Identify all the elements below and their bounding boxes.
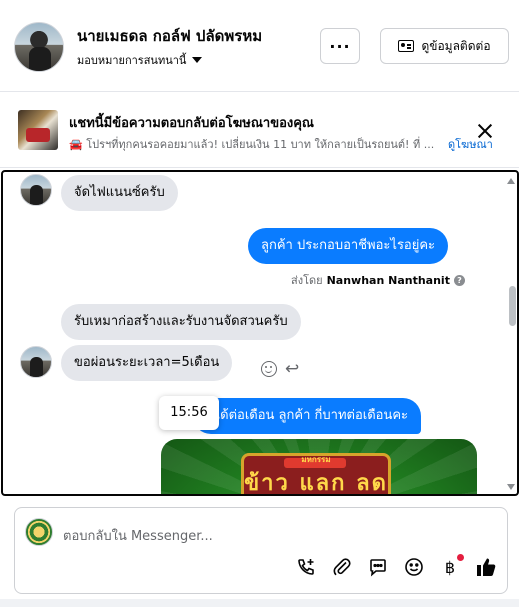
reply-input[interactable]: ตอบกลับใน Messenger... <box>63 525 213 546</box>
contact-avatar[interactable] <box>14 22 64 72</box>
scroll-down-arrow-icon[interactable] <box>507 484 515 490</box>
conversation-header: นายเมธดล กอล์ฟ ปลัดพรหม มอบหมายการสนทนาน… <box>0 0 519 92</box>
more-options-button[interactable]: ··· <box>320 28 360 64</box>
sent-by-label: ส่งโดย Nanwhan Nanthanit ? <box>291 271 465 289</box>
image-top-text: มหกรรม <box>301 455 331 464</box>
sent-by-prefix: ส่งโดย <box>291 274 323 287</box>
message-bubble-incoming[interactable]: ขอผ่อนระยะเวลา=5เดือน <box>61 345 233 381</box>
help-icon[interactable]: ? <box>453 274 465 286</box>
id-card-icon <box>398 40 415 52</box>
message-bubble-incoming[interactable]: รับเหมาก่อสร้างและรับงานจัดสวนครับ <box>61 304 301 340</box>
react-emoji-icon[interactable] <box>261 361 277 377</box>
chat-bubble-icon[interactable] <box>367 556 389 578</box>
assign-conversation-dropdown[interactable]: มอบหมายการสนทนานี้ <box>77 51 203 69</box>
scroll-up-arrow-icon[interactable] <box>507 178 515 184</box>
contact-avatar-small[interactable] <box>20 174 52 206</box>
ad-thumbnail <box>18 110 58 150</box>
timestamp-tooltip: 15:56 <box>159 396 219 430</box>
page-avatar <box>25 518 53 546</box>
view-contact-info-label: ดูข้อมูลติดต่อ <box>421 38 491 53</box>
notification-dot <box>457 554 464 561</box>
thumbs-up-icon[interactable] <box>475 556 497 578</box>
close-icon[interactable] <box>476 122 494 140</box>
scrollbar-thumb[interactable] <box>509 286 516 326</box>
contact-name[interactable]: นายเมธดล กอล์ฟ ปลัดพรหม <box>77 24 262 48</box>
assign-label: มอบหมายการสนทนานี้ <box>77 54 187 67</box>
caret-down-icon <box>192 57 203 63</box>
ad-banner-title: แชทนี้มีข้อความตอบกลับต่อโฆษณาของคุณ <box>69 116 314 131</box>
message-bubble-incoming[interactable]: จัดไฟแนนซ์ครับ <box>61 175 178 211</box>
phone-plus-icon[interactable] <box>295 556 317 578</box>
message-bubble-outgoing[interactable]: ลูกค้า ประกอบอาชีพอะไรอยู่คะ <box>248 228 449 264</box>
ad-banner-subtitle: 🚘 โปรฯที่ทุกคนรอคอยมาแล้ว! เปลี่ยนเงิน 1… <box>69 138 435 151</box>
sent-by-name: Nanwhan Nanthanit <box>326 273 450 287</box>
bottom-strip <box>0 599 519 607</box>
contact-avatar-small[interactable] <box>20 346 52 378</box>
paperclip-icon[interactable] <box>331 556 353 578</box>
message-thread[interactable]: จัดไฟแนนซ์ครับ ลูกค้า ประกอบอาชีพอะไรอยู… <box>1 170 519 496</box>
ad-reply-banner: แชทนี้มีข้อความตอบกลับต่อโฆษณาของคุณ 🚘 โ… <box>0 93 519 168</box>
reply-composer[interactable]: ตอบกลับใน Messenger... ฿ <box>14 507 508 594</box>
view-contact-info-button[interactable]: ดูข้อมูลติดต่อ <box>380 28 509 64</box>
image-main-text: ข้าว แลก ลด <box>244 471 388 496</box>
reply-icon[interactable]: ↩ <box>285 361 299 378</box>
smiley-icon[interactable] <box>403 556 425 578</box>
message-bubble-outgoing[interactable]: ยได้ต่อเดือน ลูกค้า กี่บาทต่อเดือนคะ <box>193 398 422 434</box>
image-message[interactable]: มหกรรม ข้าว แลก ลด <box>161 439 477 496</box>
